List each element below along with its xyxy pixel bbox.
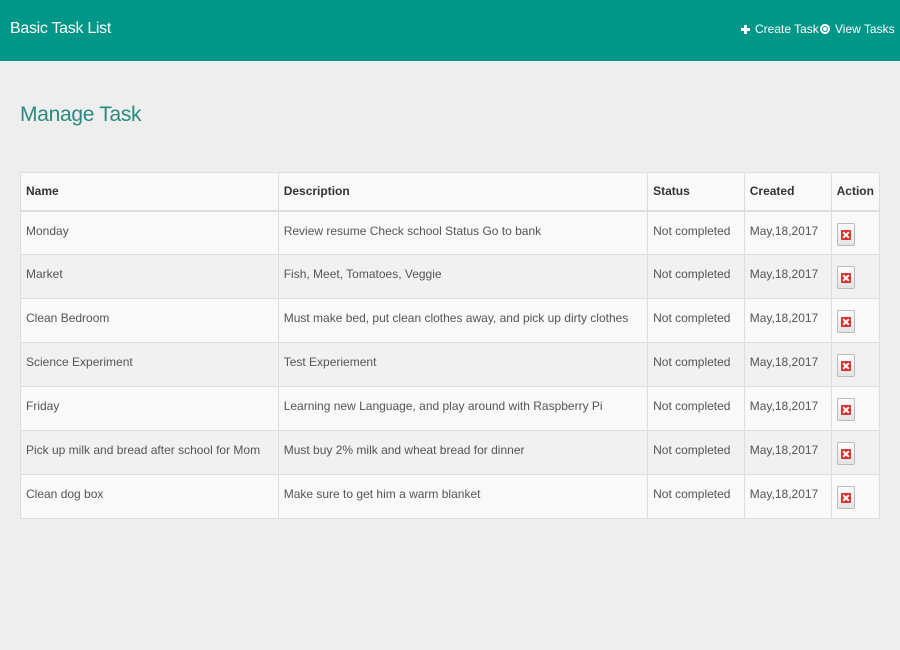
task-status: Not completed — [647, 474, 745, 519]
task-name: Pick up milk and bread after school for … — [20, 430, 279, 475]
task-name: Friday — [20, 386, 279, 431]
table-row: Pick up milk and bread after school for … — [20, 430, 881, 475]
eye-icon — [818, 22, 832, 36]
task-status: Not completed — [647, 386, 745, 431]
task-action — [830, 298, 881, 343]
task-description: Review resume Check school Status Go to … — [277, 210, 649, 255]
task-status: Not completed — [647, 210, 745, 255]
task-action — [830, 210, 881, 255]
task-description: Fish, Meet, Tomatoes, Veggie — [277, 254, 649, 299]
header-status: Status — [647, 172, 745, 212]
header-name: Name — [20, 172, 279, 212]
task-description: Must make bed, put clean clothes away, a… — [277, 298, 649, 343]
delete-icon — [840, 273, 851, 283]
view-tasks-label: View Tasks — [835, 22, 895, 36]
delete-button[interactable] — [836, 442, 855, 465]
delete-button[interactable] — [836, 310, 855, 333]
plus-icon — [741, 24, 750, 34]
task-description: Test Experiement — [277, 342, 649, 387]
delete-icon — [840, 449, 851, 459]
task-name: Monday — [20, 210, 279, 255]
task-action — [830, 342, 881, 387]
table-row: Market Fish, Meet, Tomatoes, Veggie Not … — [20, 254, 881, 299]
task-created: May,18,2017 — [743, 342, 832, 387]
task-description: Learning new Language, and play around w… — [277, 386, 649, 431]
task-action — [830, 254, 881, 299]
delete-button[interactable] — [836, 222, 855, 246]
task-name: Market — [20, 254, 279, 299]
create-task-label: Create Task — [755, 22, 819, 36]
task-name: Clean Bedroom — [20, 298, 279, 343]
header-created: Created — [743, 172, 832, 212]
task-created: May,18,2017 — [743, 298, 832, 343]
task-created: May,18,2017 — [743, 386, 832, 431]
task-action — [830, 430, 881, 475]
header-description: Description — [277, 172, 649, 212]
brand-title[interactable]: Basic Task List — [10, 20, 111, 38]
table-row: Science Experiment Test Experiement Not … — [20, 342, 881, 387]
task-created: May,18,2017 — [743, 430, 832, 475]
delete-icon — [840, 229, 851, 240]
table-row: Monday Review resume Check school Status… — [20, 210, 881, 255]
task-status: Not completed — [647, 430, 745, 475]
task-action — [830, 386, 881, 431]
task-created: May,18,2017 — [743, 254, 832, 299]
task-name: Science Experiment — [20, 342, 279, 387]
table-row: Clean Bedroom Must make bed, put clean c… — [20, 298, 881, 343]
delete-button[interactable] — [836, 398, 855, 421]
task-status: Not completed — [647, 342, 745, 387]
task-table: Name Description Status Created Action M… — [20, 172, 881, 519]
delete-icon — [840, 405, 851, 415]
delete-icon — [840, 317, 851, 327]
task-status: Not completed — [647, 298, 745, 343]
delete-button[interactable] — [836, 354, 855, 377]
task-action — [830, 474, 881, 519]
navbar: Basic Task List Create Task View Tasks — [0, 0, 900, 61]
delete-icon — [840, 493, 851, 503]
task-created: May,18,2017 — [743, 474, 832, 519]
delete-button[interactable] — [836, 266, 855, 289]
header-action: Action — [830, 172, 881, 212]
task-name: Clean dog box — [20, 474, 279, 519]
create-task-link[interactable]: Create Task — [741, 22, 819, 36]
table-row: Friday Learning new Language, and play a… — [20, 386, 881, 431]
delete-icon — [840, 361, 851, 371]
delete-button[interactable] — [836, 486, 855, 509]
table-header-row: Name Description Status Created Action — [20, 172, 881, 212]
task-description: Must buy 2% milk and wheat bread for din… — [277, 430, 649, 475]
view-tasks-link[interactable]: View Tasks — [818, 22, 895, 36]
task-status: Not completed — [647, 254, 745, 299]
table-row: Clean dog box Make sure to get him a war… — [20, 474, 881, 519]
task-created: May,18,2017 — [743, 210, 832, 255]
page-title: Manage Task — [20, 103, 142, 126]
task-description: Make sure to get him a warm blanket — [277, 474, 649, 519]
